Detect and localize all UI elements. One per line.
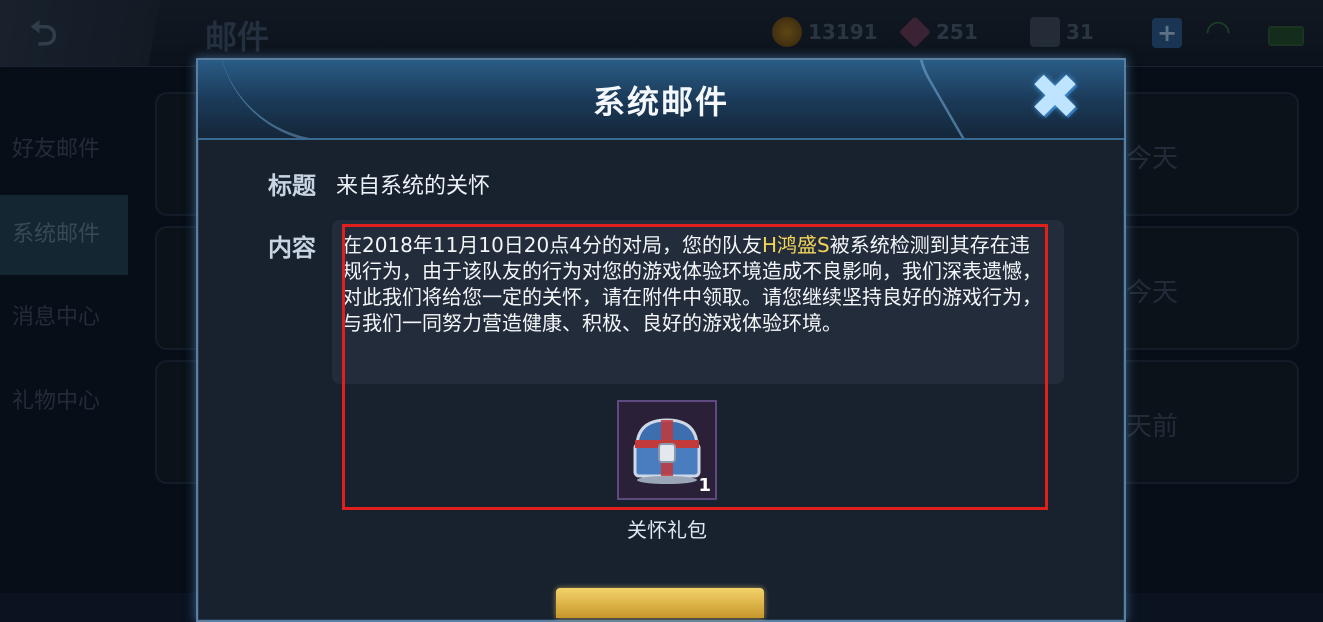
content-text-start: 在2018年11月10日20点4分的对局，您的队友 bbox=[342, 233, 762, 257]
close-button[interactable]: ✖ bbox=[1024, 66, 1086, 130]
content-label: 内容 bbox=[268, 234, 316, 262]
teammate-name: H鸿盛S bbox=[761, 233, 830, 257]
close-icon: ✖ bbox=[1029, 60, 1081, 133]
system-mail-dialog: 系统邮件 ✖ 标题 来自系统的关怀 内容 在2018年11月10日20点4分的对… bbox=[196, 58, 1126, 622]
mail-content: 在2018年11月10日20点4分的对局，您的队友H鸿盛S被系统检测到其存在违规… bbox=[342, 232, 1042, 336]
subject-value: 来自系统的关怀 bbox=[336, 174, 491, 199]
dialog-header: 系统邮件 ✖ bbox=[198, 60, 1124, 140]
attachment-name: 关怀礼包 bbox=[627, 518, 707, 542]
dialog-title: 系统邮件 bbox=[592, 83, 729, 121]
subject-label: 标题 bbox=[268, 172, 316, 200]
attachment-item-slot[interactable]: 1 bbox=[617, 400, 717, 500]
treasure-chest-icon bbox=[633, 418, 701, 484]
attachment-count: 1 bbox=[698, 475, 711, 496]
